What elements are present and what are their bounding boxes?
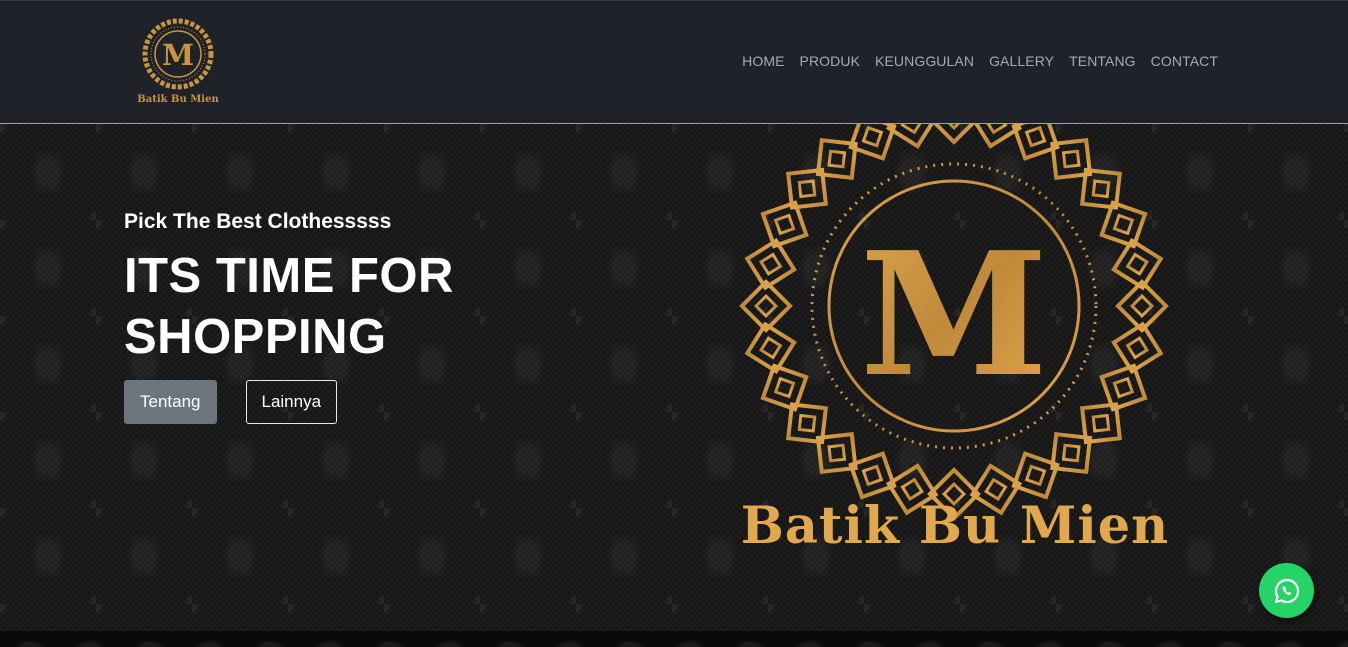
- whatsapp-button[interactable]: [1259, 563, 1314, 618]
- emblem-ring-square-inner: [941, 124, 967, 131]
- emblem-ring-square-inner: [1024, 125, 1047, 148]
- emblem-ring-square-inner: [827, 149, 847, 169]
- emblem-ring-square-inner: [1125, 252, 1150, 276]
- bottom-pattern-strip: [0, 631, 1348, 647]
- nav-gallery[interactable]: GALLERY: [989, 53, 1054, 69]
- brand-name: Batik Bu Mien: [137, 94, 219, 105]
- emblem-ring-square-inner: [1125, 336, 1150, 360]
- emblem-ring-square-inner: [1091, 413, 1111, 433]
- emblem-ring-square-inner: [1061, 443, 1081, 463]
- emblem-ring-square-inner: [984, 124, 1008, 135]
- emblem-ring-square-inner: [797, 413, 817, 433]
- emblem-ring-square-inner: [773, 376, 796, 399]
- emblem-ring-square-inner: [1112, 213, 1135, 236]
- whatsapp-icon: [1274, 578, 1299, 603]
- emblem-ring-square-inner: [827, 443, 847, 463]
- hero-headline: ITS TIME FOR SHOPPING: [124, 246, 454, 368]
- emblem-ring-square-inner: [753, 293, 779, 319]
- hero-buttons: Tentang Lainnya: [124, 380, 454, 424]
- nav-keunggulan[interactable]: KEUNGGULAN: [875, 53, 974, 69]
- emblem-ring-square-inner: [1091, 179, 1111, 199]
- emblem-ring-square: [1111, 237, 1164, 291]
- emblem-ring-square-inner: [861, 125, 884, 148]
- emblem-ring-square: [1099, 200, 1148, 249]
- emblem-ring-square: [1011, 451, 1060, 500]
- emblem-ring-square: [744, 237, 797, 291]
- tentang-button[interactable]: Tentang: [124, 380, 217, 424]
- emblem-ring-square: [1111, 321, 1164, 375]
- emblem-ring-square: [760, 363, 809, 412]
- nav-tentang[interactable]: TENTANG: [1069, 53, 1136, 69]
- emblem-ring-square: [744, 321, 797, 375]
- hero-brand-name: Batik Bu Mien: [740, 496, 1170, 556]
- emblem-ring-square-inner: [758, 336, 783, 360]
- nav-links: HOME PRODUK KEUNGGULAN GALLERY TENTANG C…: [742, 53, 1218, 69]
- emblem-ring-square-inner: [758, 252, 783, 276]
- hero-section: Pick The Best Clothesssss ITS TIME FOR S…: [0, 124, 1348, 631]
- lainnya-button[interactable]: Lainnya: [245, 380, 338, 424]
- hero-logo-emblem: M: [739, 124, 1169, 521]
- hero-text: Pick The Best Clothesssss ITS TIME FOR S…: [124, 210, 454, 424]
- emblem-ring-square-inner: [900, 124, 924, 135]
- logo-icon: M Batik Bu Mien: [137, 18, 219, 105]
- emblem-ring-square-inner: [1061, 149, 1081, 169]
- bottom-pattern: [0, 631, 1348, 647]
- navbar: M Batik Bu Mien HOME PRODUK KEUNGGULAN G…: [0, 0, 1348, 124]
- nav-home[interactable]: HOME: [742, 53, 784, 69]
- hero-tagline: Pick The Best Clothesssss: [124, 210, 392, 233]
- emblem-ring-square-inner: [1024, 464, 1047, 487]
- nav-contact[interactable]: CONTACT: [1151, 53, 1218, 69]
- hero-logo-letter: M: [860, 215, 1048, 415]
- emblem-ring-square: [848, 451, 897, 500]
- nav-produk[interactable]: PRODUK: [800, 53, 861, 69]
- emblem-ring-square-inner: [861, 464, 884, 487]
- emblem-ring-square-inner: [797, 179, 817, 199]
- brand-logo[interactable]: M Batik Bu Mien: [136, 17, 220, 109]
- emblem-ring-square-inner: [773, 213, 796, 236]
- emblem-ring-square-inner: [1112, 376, 1135, 399]
- headline-line-1: ITS TIME FOR: [124, 249, 454, 303]
- headline-line-2: SHOPPING: [124, 310, 387, 364]
- emblem-ring-square-inner: [1129, 293, 1155, 319]
- emblem-ring-square: [760, 200, 809, 249]
- emblem-ring-square: [1099, 363, 1148, 412]
- logo-letter: M: [162, 38, 194, 72]
